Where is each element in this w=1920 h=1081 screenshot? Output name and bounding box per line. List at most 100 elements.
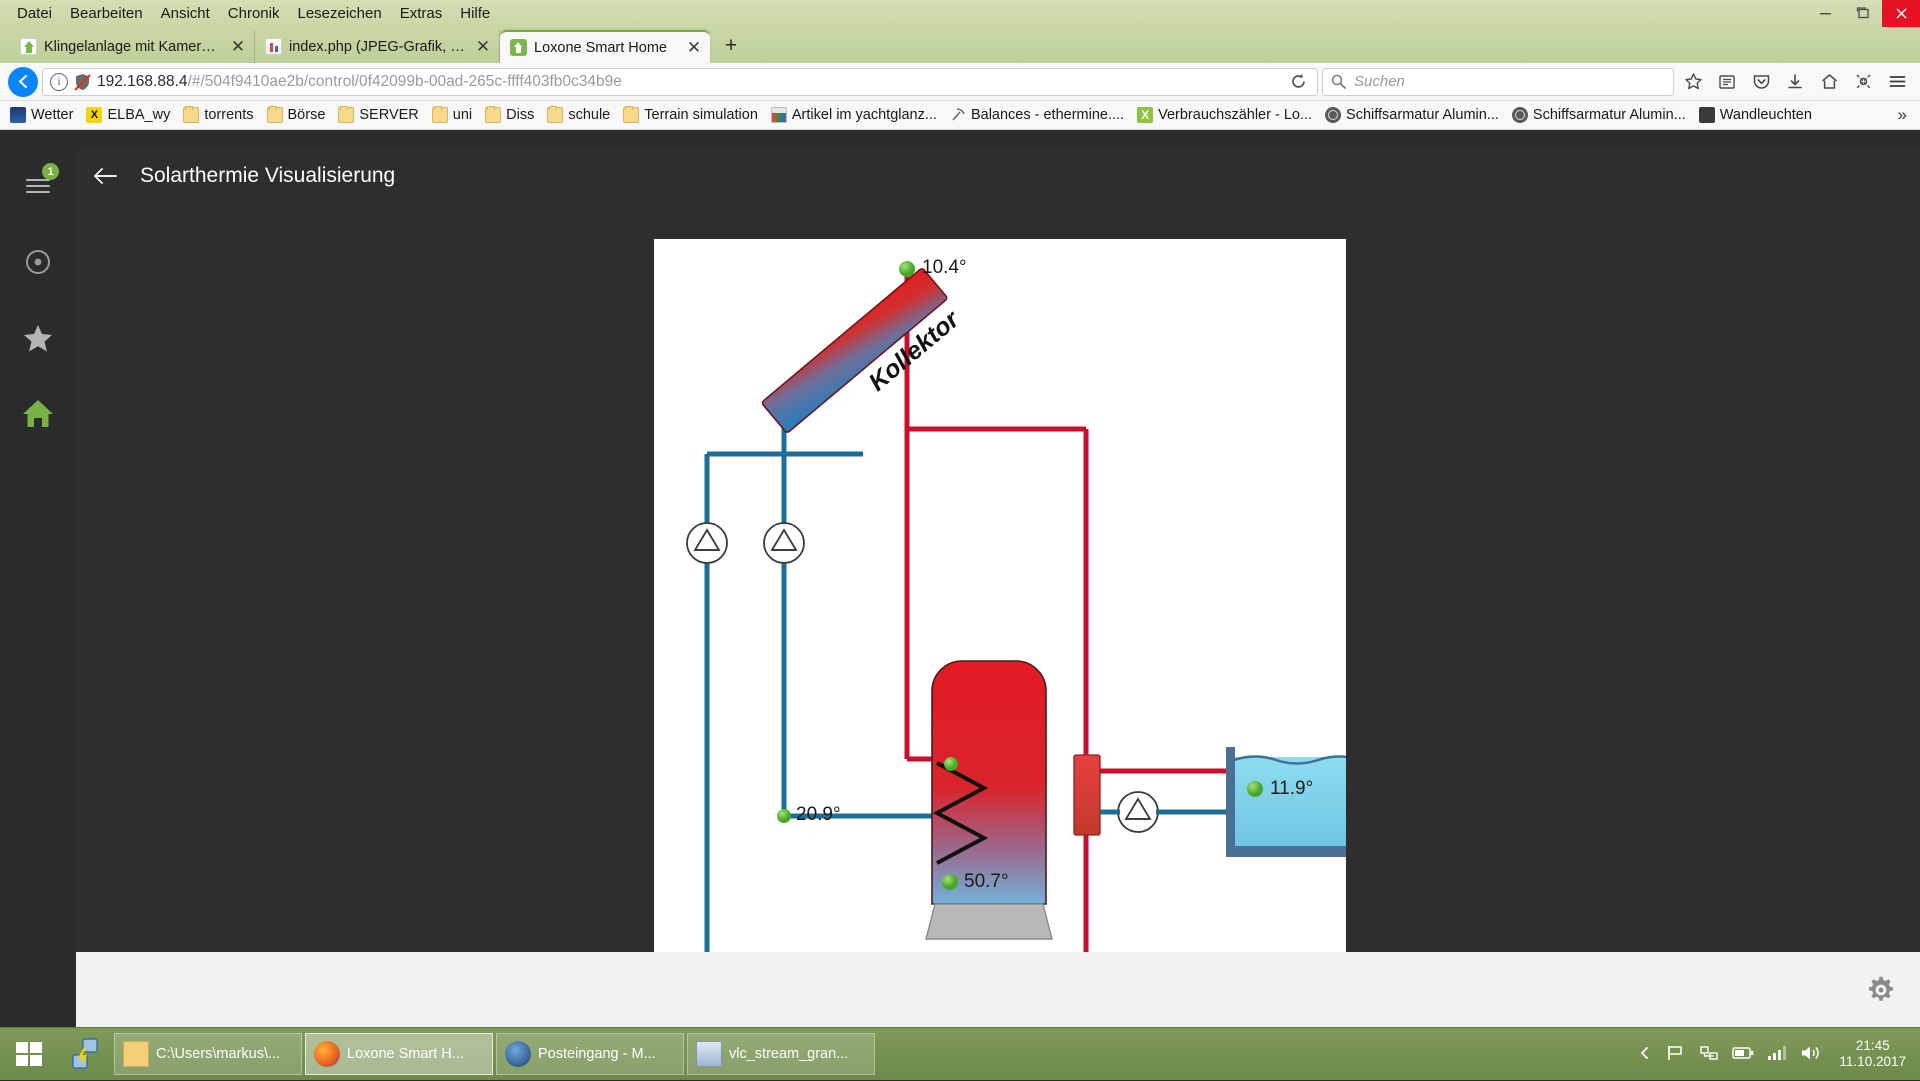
back-arrow-icon[interactable] — [8, 67, 38, 97]
sidebar-item-home[interactable] — [16, 392, 60, 436]
sidebar-item-location[interactable] — [16, 240, 60, 284]
bookmark-uni[interactable]: uni — [426, 104, 478, 126]
visualization-canvas: Kollektor — [76, 204, 1920, 1027]
bookmark-artikel-yachtglanz[interactable]: Artikel im yachtglanz... — [765, 104, 943, 126]
tab-title: Klingelanlage mit Kamera G — [44, 39, 223, 55]
sidebar-badge: 1 — [42, 163, 59, 180]
bookmark-schiffsarmatur-1[interactable]: Schiffsarmatur Alumin... — [1319, 104, 1505, 126]
bookmark-server[interactable]: SERVER — [332, 104, 424, 126]
screenshot-icon[interactable] — [1848, 67, 1878, 97]
page-title: Solarthermie Visualisierung — [140, 164, 395, 188]
bookmark-verbrauchszaehler[interactable]: X Verbrauchszähler - Lo... — [1131, 104, 1318, 126]
tray-expand-icon[interactable] — [1637, 1045, 1653, 1064]
bookmark-elba[interactable]: X ELBA_wy — [80, 104, 176, 126]
bookmark-label: Wandleuchten — [1720, 107, 1812, 123]
gear-icon[interactable] — [1864, 973, 1898, 1007]
menu-chronik[interactable]: Chronik — [219, 2, 289, 25]
excel-icon: X — [1137, 107, 1153, 123]
folder-icon — [267, 107, 283, 123]
search-input[interactable]: Suchen — [1322, 68, 1674, 96]
bookmark-torrents[interactable]: torrents — [177, 104, 259, 126]
folder-icon — [547, 107, 563, 123]
menu-datei[interactable]: Datei — [8, 2, 61, 25]
reload-icon[interactable] — [1283, 67, 1313, 97]
browser-tab-2[interactable]: index.php (JPEG-Grafik, 562 ✕ — [255, 30, 500, 63]
sidebar-item-menu[interactable]: 1 — [16, 164, 60, 208]
info-icon[interactable]: i — [50, 73, 68, 91]
network-shortcut-icon[interactable] — [58, 1028, 114, 1081]
taskbar-label: vlc_stream_gran... — [729, 1046, 848, 1062]
bookmark-label: ELBA_wy — [107, 107, 170, 123]
reader-icon[interactable] — [1712, 67, 1742, 97]
folder-icon — [338, 107, 354, 123]
menu-bearbeiten[interactable]: Bearbeiten — [61, 2, 152, 25]
close-icon[interactable]: ✕ — [473, 37, 493, 57]
minimize-button[interactable] — [1806, 0, 1844, 27]
bookmark-schiffsarmatur-2[interactable]: Schiffsarmatur Alumin... — [1506, 104, 1692, 126]
loxone-sidebar: 1 — [0, 148, 76, 1027]
maximize-button[interactable] — [1844, 0, 1882, 27]
bookmark-label: Diss — [506, 107, 534, 123]
downloads-icon[interactable] — [1780, 67, 1810, 97]
network-icon[interactable] — [1699, 1044, 1719, 1065]
bookmark-label: uni — [453, 107, 472, 123]
volume-icon[interactable] — [1800, 1044, 1822, 1065]
browser-tab-3[interactable]: Loxone Smart Home ✕ — [500, 30, 710, 63]
house-icon — [20, 38, 37, 55]
close-icon[interactable]: ✕ — [228, 37, 248, 57]
taskbar-item-vlc[interactable]: vlc_stream_gran... — [687, 1033, 875, 1075]
bookmark-label: SERVER — [359, 107, 418, 123]
folder-icon — [123, 1041, 149, 1067]
signal-icon[interactable] — [1767, 1045, 1787, 1064]
bookmark-diss[interactable]: Diss — [479, 104, 540, 126]
tracking-protection-off-icon[interactable] — [74, 73, 91, 91]
bookmark-terrain-simulation[interactable]: Terrain simulation — [617, 104, 764, 126]
lamp-icon — [1699, 107, 1715, 123]
navigation-toolbar: i 192.168.88.4/#/504f9410ae2b/control/0f… — [0, 63, 1920, 101]
menu-extras[interactable]: Extras — [391, 2, 452, 25]
menu-hamburger-icon[interactable] — [1882, 67, 1912, 97]
menu-hilfe[interactable]: Hilfe — [451, 2, 499, 25]
bookmark-label: torrents — [204, 107, 253, 123]
system-tray: 21:45 11.10.2017 — [1637, 1038, 1920, 1070]
bookmark-label: Schiffsarmatur Alumin... — [1533, 107, 1686, 123]
browser-tab-1[interactable]: Klingelanlage mit Kamera G ✕ — [10, 30, 255, 63]
bookmark-schule[interactable]: schule — [541, 104, 616, 126]
bookmark-label: Terrain simulation — [644, 107, 758, 123]
url-bar[interactable]: i 192.168.88.4/#/504f9410ae2b/control/0f… — [42, 68, 1318, 96]
folder-icon — [432, 107, 448, 123]
start-button[interactable] — [0, 1028, 58, 1081]
home-icon[interactable] — [1814, 67, 1844, 97]
ship-icon — [1512, 107, 1528, 123]
bookmark-star-icon[interactable] — [1678, 67, 1708, 97]
back-arrow-icon[interactable] — [90, 161, 120, 191]
window-controls — [1806, 0, 1920, 27]
pocket-icon[interactable] — [1746, 67, 1776, 97]
loxone-footer — [76, 952, 1920, 1027]
bookmark-label: Verbrauchszähler - Lo... — [1158, 107, 1312, 123]
taskbar-label: C:\Users\markus\... — [156, 1046, 280, 1062]
sidebar-item-favorites[interactable] — [16, 316, 60, 360]
flag-icon[interactable] — [1666, 1044, 1686, 1065]
taskbar-item-firefox[interactable]: Loxone Smart H... — [305, 1033, 493, 1075]
taskbar-item-thunderbird[interactable]: Posteingang - M... — [496, 1033, 684, 1075]
close-button[interactable] — [1882, 0, 1920, 27]
bookmarks-overflow-icon[interactable]: » — [1889, 105, 1916, 125]
vlc-icon — [696, 1041, 722, 1067]
image-icon — [265, 38, 282, 55]
menu-ansicht[interactable]: Ansicht — [152, 2, 219, 25]
menu-lesezeichen[interactable]: Lesezeichen — [288, 2, 390, 25]
shop-bag-icon — [771, 107, 787, 123]
taskbar-item-explorer[interactable]: C:\Users\markus\... — [114, 1033, 302, 1075]
sensor-label-pool: 11.9° — [1270, 778, 1313, 800]
new-tab-button[interactable]: + — [716, 31, 746, 61]
bookmark-balances-ethermine[interactable]: Balances - ethermine.... — [944, 104, 1130, 126]
battery-icon[interactable] — [1732, 1045, 1754, 1064]
bookmark-wetter[interactable]: Wetter — [4, 104, 79, 126]
bookmark-boerse[interactable]: Börse — [261, 104, 332, 126]
taskbar-clock[interactable]: 21:45 11.10.2017 — [1835, 1038, 1906, 1070]
search-placeholder: Suchen — [1354, 73, 1405, 90]
close-icon[interactable]: ✕ — [684, 38, 704, 58]
clock-time: 21:45 — [1839, 1038, 1906, 1054]
bookmark-wandleuchten[interactable]: Wandleuchten — [1693, 104, 1818, 126]
